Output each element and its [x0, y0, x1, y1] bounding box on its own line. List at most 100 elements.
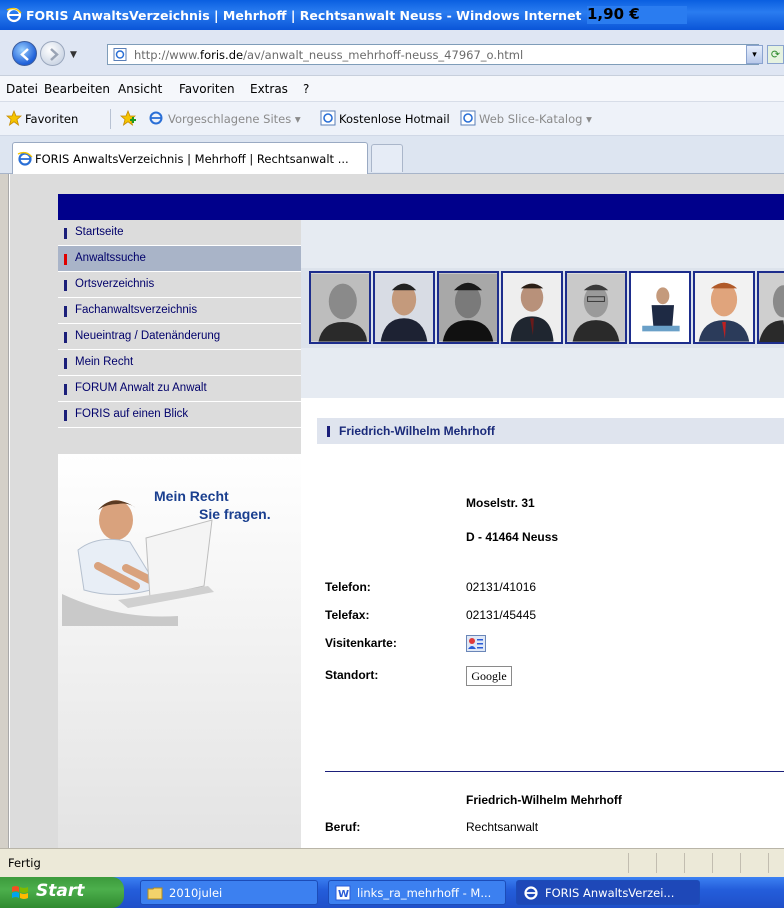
photo-footer-strip	[301, 348, 784, 398]
status-text: Fertig	[8, 856, 41, 870]
mein-recht-promo[interactable]: Mein Recht Sie fragen.	[58, 454, 301, 848]
favorites-button[interactable]: Favoriten	[25, 112, 78, 126]
fax-value: 02131/45445	[466, 608, 537, 622]
windows-flag-icon	[12, 886, 28, 899]
suggested-sites-icon	[149, 111, 163, 125]
portrait-image	[311, 273, 369, 342]
refresh-button[interactable]: ⟳	[767, 45, 784, 64]
back-button[interactable]	[12, 41, 37, 66]
status-separator	[628, 853, 629, 873]
left-frame-border	[0, 174, 9, 848]
taskbar-item-folder[interactable]: 2010julei	[140, 880, 318, 905]
start-button[interactable]: Start	[0, 877, 124, 908]
phone-value: 02131/41016	[466, 580, 537, 594]
nav-marker	[64, 358, 67, 369]
nav-item-forum[interactable]: FORUM Anwalt zu Anwalt	[58, 376, 301, 402]
tab-bar: FORIS AnwaltsVerzeichnis | Mehrhoff | Re…	[0, 136, 784, 174]
nav-label: Startseite	[75, 226, 124, 238]
contact-card-icon	[468, 638, 483, 649]
suggested-sites-link[interactable]: Vorgeschlagene Sites ▾	[168, 112, 301, 126]
lawyer-photo[interactable]	[757, 271, 784, 344]
nav-label: FORIS auf einen Blick	[75, 408, 189, 420]
lawyer-photo[interactable]	[373, 271, 435, 344]
nav-marker	[64, 306, 67, 317]
taskbar-item-label: FORIS AnwaltsVerzei...	[545, 886, 675, 900]
tab-foris[interactable]: FORIS AnwaltsVerzeichnis | Mehrhoff | Re…	[12, 142, 368, 174]
portrait-image	[375, 273, 433, 342]
nav-label: Anwaltssuche	[75, 252, 146, 264]
site-navigation: Startseite Anwaltssuche Ortsverzeichnis …	[58, 220, 301, 848]
recent-pages-dropdown-icon[interactable]: ▼	[70, 50, 77, 60]
favorites-star-icon	[6, 110, 22, 126]
nav-item-foris-blick[interactable]: FORIS auf einen Blick	[58, 402, 301, 428]
promo-man-laptop-image	[62, 500, 214, 626]
profile-marker	[327, 426, 330, 437]
taskbar-item-word[interactable]: W links_ra_mehrhoff - M...	[328, 880, 506, 905]
google-logo-text: Google	[471, 669, 507, 683]
hotmail-link[interactable]: Kostenlose Hotmail	[339, 112, 450, 126]
status-bar: Fertig	[0, 848, 784, 877]
ie-tab-icon	[17, 151, 33, 166]
taskbar-item-label: 2010julei	[169, 886, 223, 900]
url-prefix: http://www.	[134, 48, 201, 62]
window-title: FORIS AnwaltsVerzeichnis | Mehrhoff | Re…	[26, 8, 646, 23]
url-domain: foris.de	[200, 48, 244, 62]
portrait-image	[567, 273, 625, 342]
lawyer-photo-strip	[301, 268, 784, 348]
favorites-bar: Favoriten Vorgeschlagene Sites ▾ Kostenl…	[0, 102, 784, 136]
status-separator	[740, 853, 741, 873]
menu-help[interactable]: ?	[303, 82, 309, 96]
profile-name-repeat: Friedrich-Wilhelm Mehrhoff	[466, 793, 622, 807]
nav-item-startseite[interactable]: Startseite	[58, 220, 301, 246]
lawyer-photo[interactable]	[629, 271, 691, 344]
add-favorite-icon[interactable]	[120, 110, 136, 126]
url-path: /av/anwalt_neuss_mehrhoff-neuss_47967_o.…	[243, 48, 524, 62]
lawyer-photo[interactable]	[565, 271, 627, 344]
google-maps-button[interactable]: Google	[466, 666, 512, 686]
page-content: Startseite Anwaltssuche Ortsverzeichnis …	[0, 174, 784, 848]
ie-taskbar-icon	[524, 886, 538, 900]
lawyer-photo[interactable]	[501, 271, 563, 344]
start-label: Start	[36, 881, 85, 901]
menu-tools[interactable]: Extras	[250, 82, 288, 96]
menu-view[interactable]: Ansicht	[118, 82, 162, 96]
status-separator	[712, 853, 713, 873]
address-city: D - 41464 Neuss	[466, 530, 559, 544]
lawyer-photo[interactable]	[309, 271, 371, 344]
nav-item-fachanwaltsverzeichnis[interactable]: Fachanwaltsverzeichnis	[58, 298, 301, 324]
web-slice-link[interactable]: Web Slice-Katalog ▾	[479, 112, 592, 126]
windows-taskbar: Start 2010julei W links_ra_mehrhoff - M.…	[0, 877, 784, 908]
lawyer-photo[interactable]	[437, 271, 499, 344]
menu-favorites[interactable]: Favoriten	[179, 82, 235, 96]
menu-edit[interactable]: Bearbeiten	[44, 82, 110, 96]
site-header-bar	[58, 194, 784, 220]
hotmail-icon	[320, 110, 336, 126]
page-icon	[113, 48, 127, 61]
portrait-image	[503, 273, 561, 342]
nav-label: Neueintrag / Datenänderung	[75, 330, 221, 342]
nav-label: FORUM Anwalt zu Anwalt	[75, 382, 207, 394]
nav-item-ortsverzeichnis[interactable]: Ortsverzeichnis	[58, 272, 301, 298]
new-tab-button[interactable]	[371, 144, 403, 172]
nav-item-neueintrag[interactable]: Neueintrag / Datenänderung	[58, 324, 301, 350]
favorites-separator	[110, 109, 111, 129]
web-slice-icon	[460, 110, 476, 126]
vcard-button[interactable]	[466, 635, 486, 652]
price-overlay: 1,90 €	[587, 5, 640, 23]
profile-name-bar: Friedrich-Wilhelm Mehrhoff	[317, 418, 784, 444]
lawyer-photo[interactable]	[693, 271, 755, 344]
nav-item-anwaltssuche[interactable]: Anwaltssuche	[58, 246, 301, 272]
address-dropdown-button[interactable]: ▾	[746, 45, 763, 64]
menu-file[interactable]: Datei	[6, 82, 38, 96]
portrait-image	[631, 273, 689, 342]
nav-item-mein-recht[interactable]: Mein Recht	[58, 350, 301, 376]
menu-bar: Datei Bearbeiten Ansicht Favoriten Extra…	[0, 76, 784, 102]
word-document-icon: W	[335, 885, 351, 901]
address-field[interactable]: http://www.foris.de/av/anwalt_neuss_mehr…	[107, 44, 759, 65]
taskbar-item-browser[interactable]: FORIS AnwaltsVerzei...	[516, 880, 700, 905]
forward-button[interactable]	[40, 41, 65, 66]
nav-marker	[64, 228, 67, 239]
svg-text:W: W	[338, 889, 349, 900]
nav-marker-active	[64, 254, 67, 265]
status-separator	[768, 853, 769, 873]
